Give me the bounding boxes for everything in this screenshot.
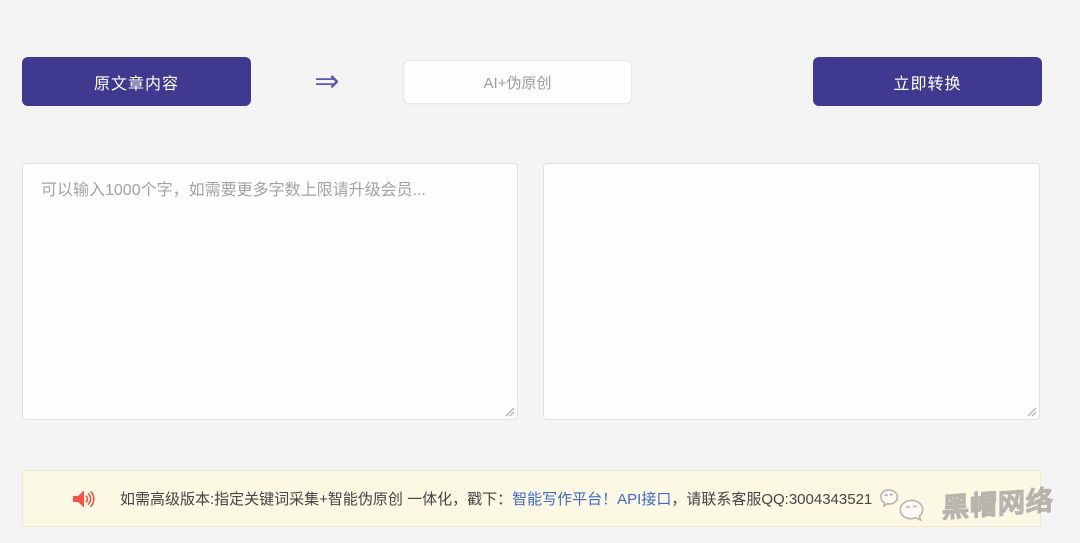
double-arrow-icon: ⇒ bbox=[314, 65, 340, 98]
notice-prefix-text: 如需高级版本:指定关键词采集+智能伪原创 一体化，戳下： bbox=[120, 491, 513, 508]
source-content-button[interactable]: 原文章内容 bbox=[22, 57, 251, 106]
speaker-icon bbox=[73, 490, 95, 507]
mode-label-box: AI+伪原创 bbox=[403, 60, 632, 104]
notice-qq-text: ，请联系客服QQ:3004343521 bbox=[671, 491, 873, 508]
notice-text: 如需高级版本:指定关键词采集+智能伪原创 一体化，戳下：智能写作平台！API接口… bbox=[120, 488, 872, 509]
smart-writing-platform-link[interactable]: 智能写作平台 bbox=[512, 491, 602, 508]
api-interface-link[interactable]: API接口 bbox=[617, 491, 671, 508]
converter-page: 原文章内容 ⇒ AI+伪原创 立即转换 如需高级版本:指定关键词采集+智能伪原创… bbox=[0, 0, 1080, 543]
result-textarea-wrap bbox=[543, 163, 1040, 420]
convert-now-button[interactable]: 立即转换 bbox=[813, 57, 1042, 106]
source-textarea-wrap bbox=[22, 163, 518, 420]
source-textarea[interactable] bbox=[22, 163, 518, 420]
notice-exclamation-text: ！ bbox=[602, 491, 618, 508]
notice-bar: 如需高级版本:指定关键词采集+智能伪原创 一体化，戳下：智能写作平台！API接口… bbox=[22, 470, 1041, 527]
result-textarea[interactable] bbox=[543, 163, 1040, 420]
